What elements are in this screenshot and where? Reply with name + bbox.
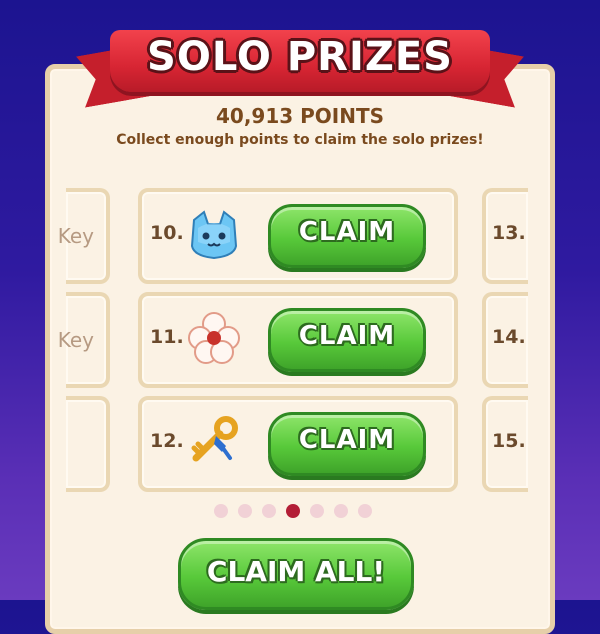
claim-all-button[interactable]: CLAIM ALL! xyxy=(178,538,414,610)
next-page-card: 13. xyxy=(482,188,528,284)
prize-number: 12. xyxy=(150,430,184,452)
prev-page-card xyxy=(66,396,110,492)
claim-button-label: CLAIM xyxy=(298,217,396,247)
claim-all-label: CLAIM ALL! xyxy=(206,555,386,588)
prev-card-label: Key xyxy=(57,224,94,248)
prev-card-label: Key xyxy=(57,328,94,352)
claim-button-label: CLAIM xyxy=(298,425,396,455)
page-dot[interactable] xyxy=(334,504,348,518)
page-dot[interactable] xyxy=(310,504,324,518)
next-card-number: 15. xyxy=(492,430,526,452)
prev-page-card: Key xyxy=(58,188,110,284)
next-card-number: 13. xyxy=(492,222,526,244)
page-dot-active[interactable] xyxy=(286,504,300,518)
white-flower-icon xyxy=(188,312,240,364)
prize-row: 11. CLAIM xyxy=(138,292,458,388)
claim-button[interactable]: CLAIM xyxy=(268,204,426,268)
prize-row: 10. CLAIM xyxy=(138,188,458,284)
next-page-card: 14. xyxy=(482,292,528,388)
page-indicator xyxy=(214,504,386,518)
golden-key-icon xyxy=(191,416,238,462)
prev-page-card: Key xyxy=(58,292,110,388)
page-title: SOLO PRIZES xyxy=(147,34,453,80)
blue-cat-face-icon xyxy=(190,210,238,260)
page-dot[interactable] xyxy=(238,504,252,518)
page-dot[interactable] xyxy=(262,504,276,518)
next-page-card: 15. xyxy=(482,396,528,492)
page-dot[interactable] xyxy=(214,504,228,518)
page-dot[interactable] xyxy=(358,504,372,518)
prize-number: 11. xyxy=(150,326,184,348)
points-total: 40,913 POINTS xyxy=(215,104,385,128)
instructions-text: Collect enough points to claim the solo … xyxy=(116,132,484,148)
prize-number: 10. xyxy=(150,222,184,244)
claim-button[interactable]: CLAIM xyxy=(268,412,426,476)
prize-row: 12. CLAIM xyxy=(138,396,458,492)
next-card-number: 14. xyxy=(492,326,526,348)
claim-button-label: CLAIM xyxy=(298,321,396,351)
title-banner: SOLO PRIZES xyxy=(70,22,530,112)
claim-button[interactable]: CLAIM xyxy=(268,308,426,372)
